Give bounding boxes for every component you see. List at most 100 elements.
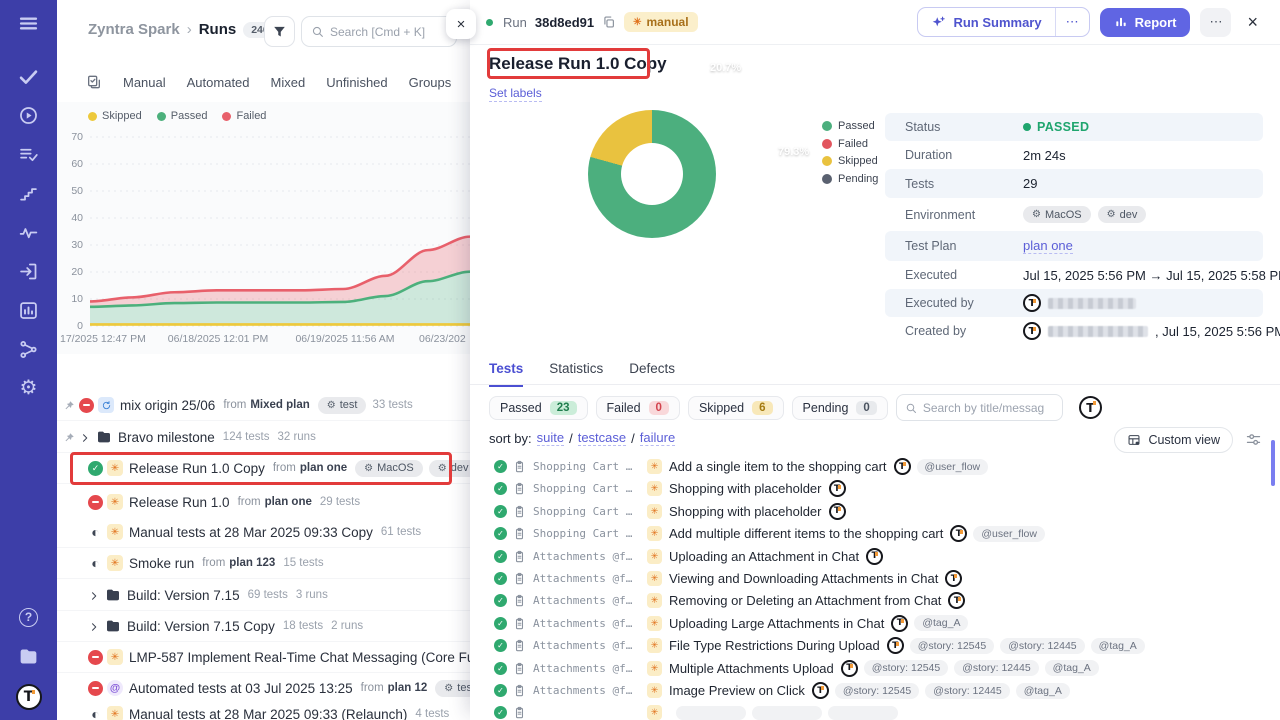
runs-tab-unfinished[interactable]: Unfinished [326,75,387,90]
help-icon[interactable]: ? [18,606,40,628]
close-run-detail-button[interactable]: × [1241,10,1264,35]
run-row[interactable]: ✳LMP-587 Implement Real-Time Chat Messag… [57,642,470,673]
run-row[interactable]: ◐✳Smoke runfromplan 12315 tests [57,548,470,579]
report-button[interactable]: Report [1100,8,1191,37]
tests-count: 18 tests [283,620,323,632]
assignee-filter-avatar[interactable]: T [1079,396,1102,419]
menu-icon[interactable] [18,12,40,34]
tag-badge: @tag_A [914,615,968,631]
filter-chip-pending[interactable]: Pending0 [792,396,888,420]
plan-name[interactable]: plan 12 [388,682,428,694]
test-row[interactable]: ✓Shopping Cart @sm…✳Shopping with placeh… [470,478,1280,499]
bar-chart-icon[interactable] [18,299,40,321]
tests-search[interactable] [896,394,1063,421]
run-summary-more-button[interactable]: ⋯ [1056,8,1089,36]
test-plan-link[interactable]: plan one [1023,238,1073,254]
run-row[interactable]: ◐✳Manual tests at 28 Mar 2025 09:33 Copy… [57,517,470,548]
set-labels-link[interactable]: Set labels [489,86,542,102]
play-circle-icon[interactable] [18,104,40,126]
manual-run-icon: ✳ [107,524,123,540]
runs-tab-automated[interactable]: Automated [187,75,250,90]
steps-icon[interactable] [18,182,40,204]
folder-icon[interactable] [18,645,40,667]
chart-legend: SkippedPassedFailed [88,110,266,122]
copy-icon[interactable] [602,15,616,29]
runs-tab-mixed[interactable]: Mixed [271,75,306,90]
test-row[interactable]: ✓Shopping Cart @sm…✳Add multiple differe… [470,523,1280,544]
chevron-right-icon[interactable] [88,620,100,632]
tag-badge: @user_flow [973,526,1045,542]
runs-panel: Zyntra Spark › Runs 246 ManualAutomatedM… [57,0,470,720]
test-row[interactable]: ✓Shopping Cart @sm…✳Add a single item to… [470,456,1280,477]
detail-value: T [1023,294,1136,312]
test-title: Add multiple different items to the shop… [669,526,943,541]
user-avatar[interactable]: T [16,684,42,710]
activity-icon[interactable] [18,221,40,243]
filter-chip-passed[interactable]: Passed23 [489,396,588,420]
suite-name: Shopping Cart @sm… [533,482,637,495]
manual-run-icon: ✳ [107,706,123,720]
run-row[interactable]: mix origin 25/06fromMixed plan⚙test33 te… [57,390,470,421]
run-title: Release Run 1.0 Copy [129,461,265,476]
test-row[interactable]: ✓Attachments @first✳Removing or Deleting… [470,590,1280,611]
y-axis-tick: 60 [57,158,83,170]
scrollbar-thumb[interactable] [1271,440,1275,486]
gear-icon[interactable]: ⚙ [18,377,40,399]
testcase-icon [513,617,526,630]
tests-search-input[interactable] [923,401,1054,415]
test-row[interactable]: ✓Attachments @first✳Uploading Large Atta… [470,613,1280,634]
test-row[interactable]: ✓Attachments @first✳Multiple Attachments… [470,658,1280,679]
passed-check-icon: ✓ [494,550,507,563]
test-row[interactable]: ✓Shopping Cart @sm…✳Shopping with placeh… [470,501,1280,522]
sort-link-testcase[interactable]: testcase [578,430,626,446]
plan-name[interactable]: plan one [300,462,347,474]
list-check-icon[interactable] [18,143,40,165]
run-row[interactable]: ✓✳Release Run 1.0 Copyfromplan one⚙MacOS… [57,453,470,484]
chevron-right-icon[interactable] [88,589,100,601]
breadcrumb-project[interactable]: Zyntra Spark [88,21,180,38]
filter-chip-skipped[interactable]: Skipped6 [688,396,784,420]
run-group-row[interactable]: Build: Version 7.15 Copy18 tests2 runs [57,611,470,642]
assignee-avatar: T [894,458,911,475]
search-icon [311,25,324,38]
testcase-icon [513,460,526,473]
runs-tab-groups[interactable]: Groups [409,75,452,90]
runs-search-input[interactable] [330,25,447,39]
test-row[interactable]: ✓Attachments @first✳Image Preview on Cli… [470,680,1280,701]
run-actions: Run Summary ⋯ Report ⋯ × [917,7,1264,37]
sort-link-suite[interactable]: suite [537,430,564,446]
select-runs-icon[interactable] [86,74,102,90]
plan-name[interactable]: plan one [265,496,312,508]
run-summary-button[interactable]: Run Summary [918,8,1054,36]
sort-link-failure[interactable]: failure [640,430,675,446]
plan-name[interactable]: Mixed plan [250,399,309,411]
runs-search[interactable] [301,16,457,47]
test-row[interactable]: ✓Attachments @first✳Viewing and Download… [470,568,1280,589]
assignee-avatar: T [829,503,846,520]
assignee-avatar: T [812,682,829,699]
custom-view-button[interactable]: Custom view [1114,427,1233,453]
filter-button[interactable] [264,16,295,47]
test-row[interactable]: ✓Attachments @first✳Uploading an Attachm… [470,546,1280,567]
detail-value: T, Jul 15, 2025 5:56 PM [1023,322,1280,340]
assignee-avatar: T [841,660,858,677]
runs-tab-manual[interactable]: Manual [123,75,166,90]
suite-name: Attachments @first [533,684,637,697]
runs-panel-close-button[interactable]: × [446,9,476,39]
branch-icon[interactable] [18,338,40,360]
run-row[interactable]: ◐✳Manual tests at 28 Mar 2025 09:33 (Rel… [57,699,470,720]
view-settings-icon[interactable] [1245,431,1262,448]
sign-in-icon[interactable] [18,260,40,282]
filter-chip-failed[interactable]: Failed0 [596,396,680,420]
plan-name[interactable]: plan 123 [229,557,275,569]
run-row[interactable]: ✳Release Run 1.0fromplan one29 tests [57,487,470,518]
more-actions-button[interactable]: ⋯ [1200,8,1231,37]
test-row[interactable]: ✓Attachments @first✳File Type Restrictio… [470,635,1280,656]
check-icon[interactable] [18,65,40,87]
run-group-row[interactable]: Build: Version 7.1569 tests3 runs [57,580,470,611]
run-group-row[interactable]: Bravo milestone124 tests32 runs [57,422,470,453]
test-title: Shopping with placeholder [669,481,822,496]
chevron-right-icon[interactable] [79,431,91,443]
detail-label: Environment [905,208,1023,222]
test-row[interactable]: ✓✳ [470,702,1280,720]
